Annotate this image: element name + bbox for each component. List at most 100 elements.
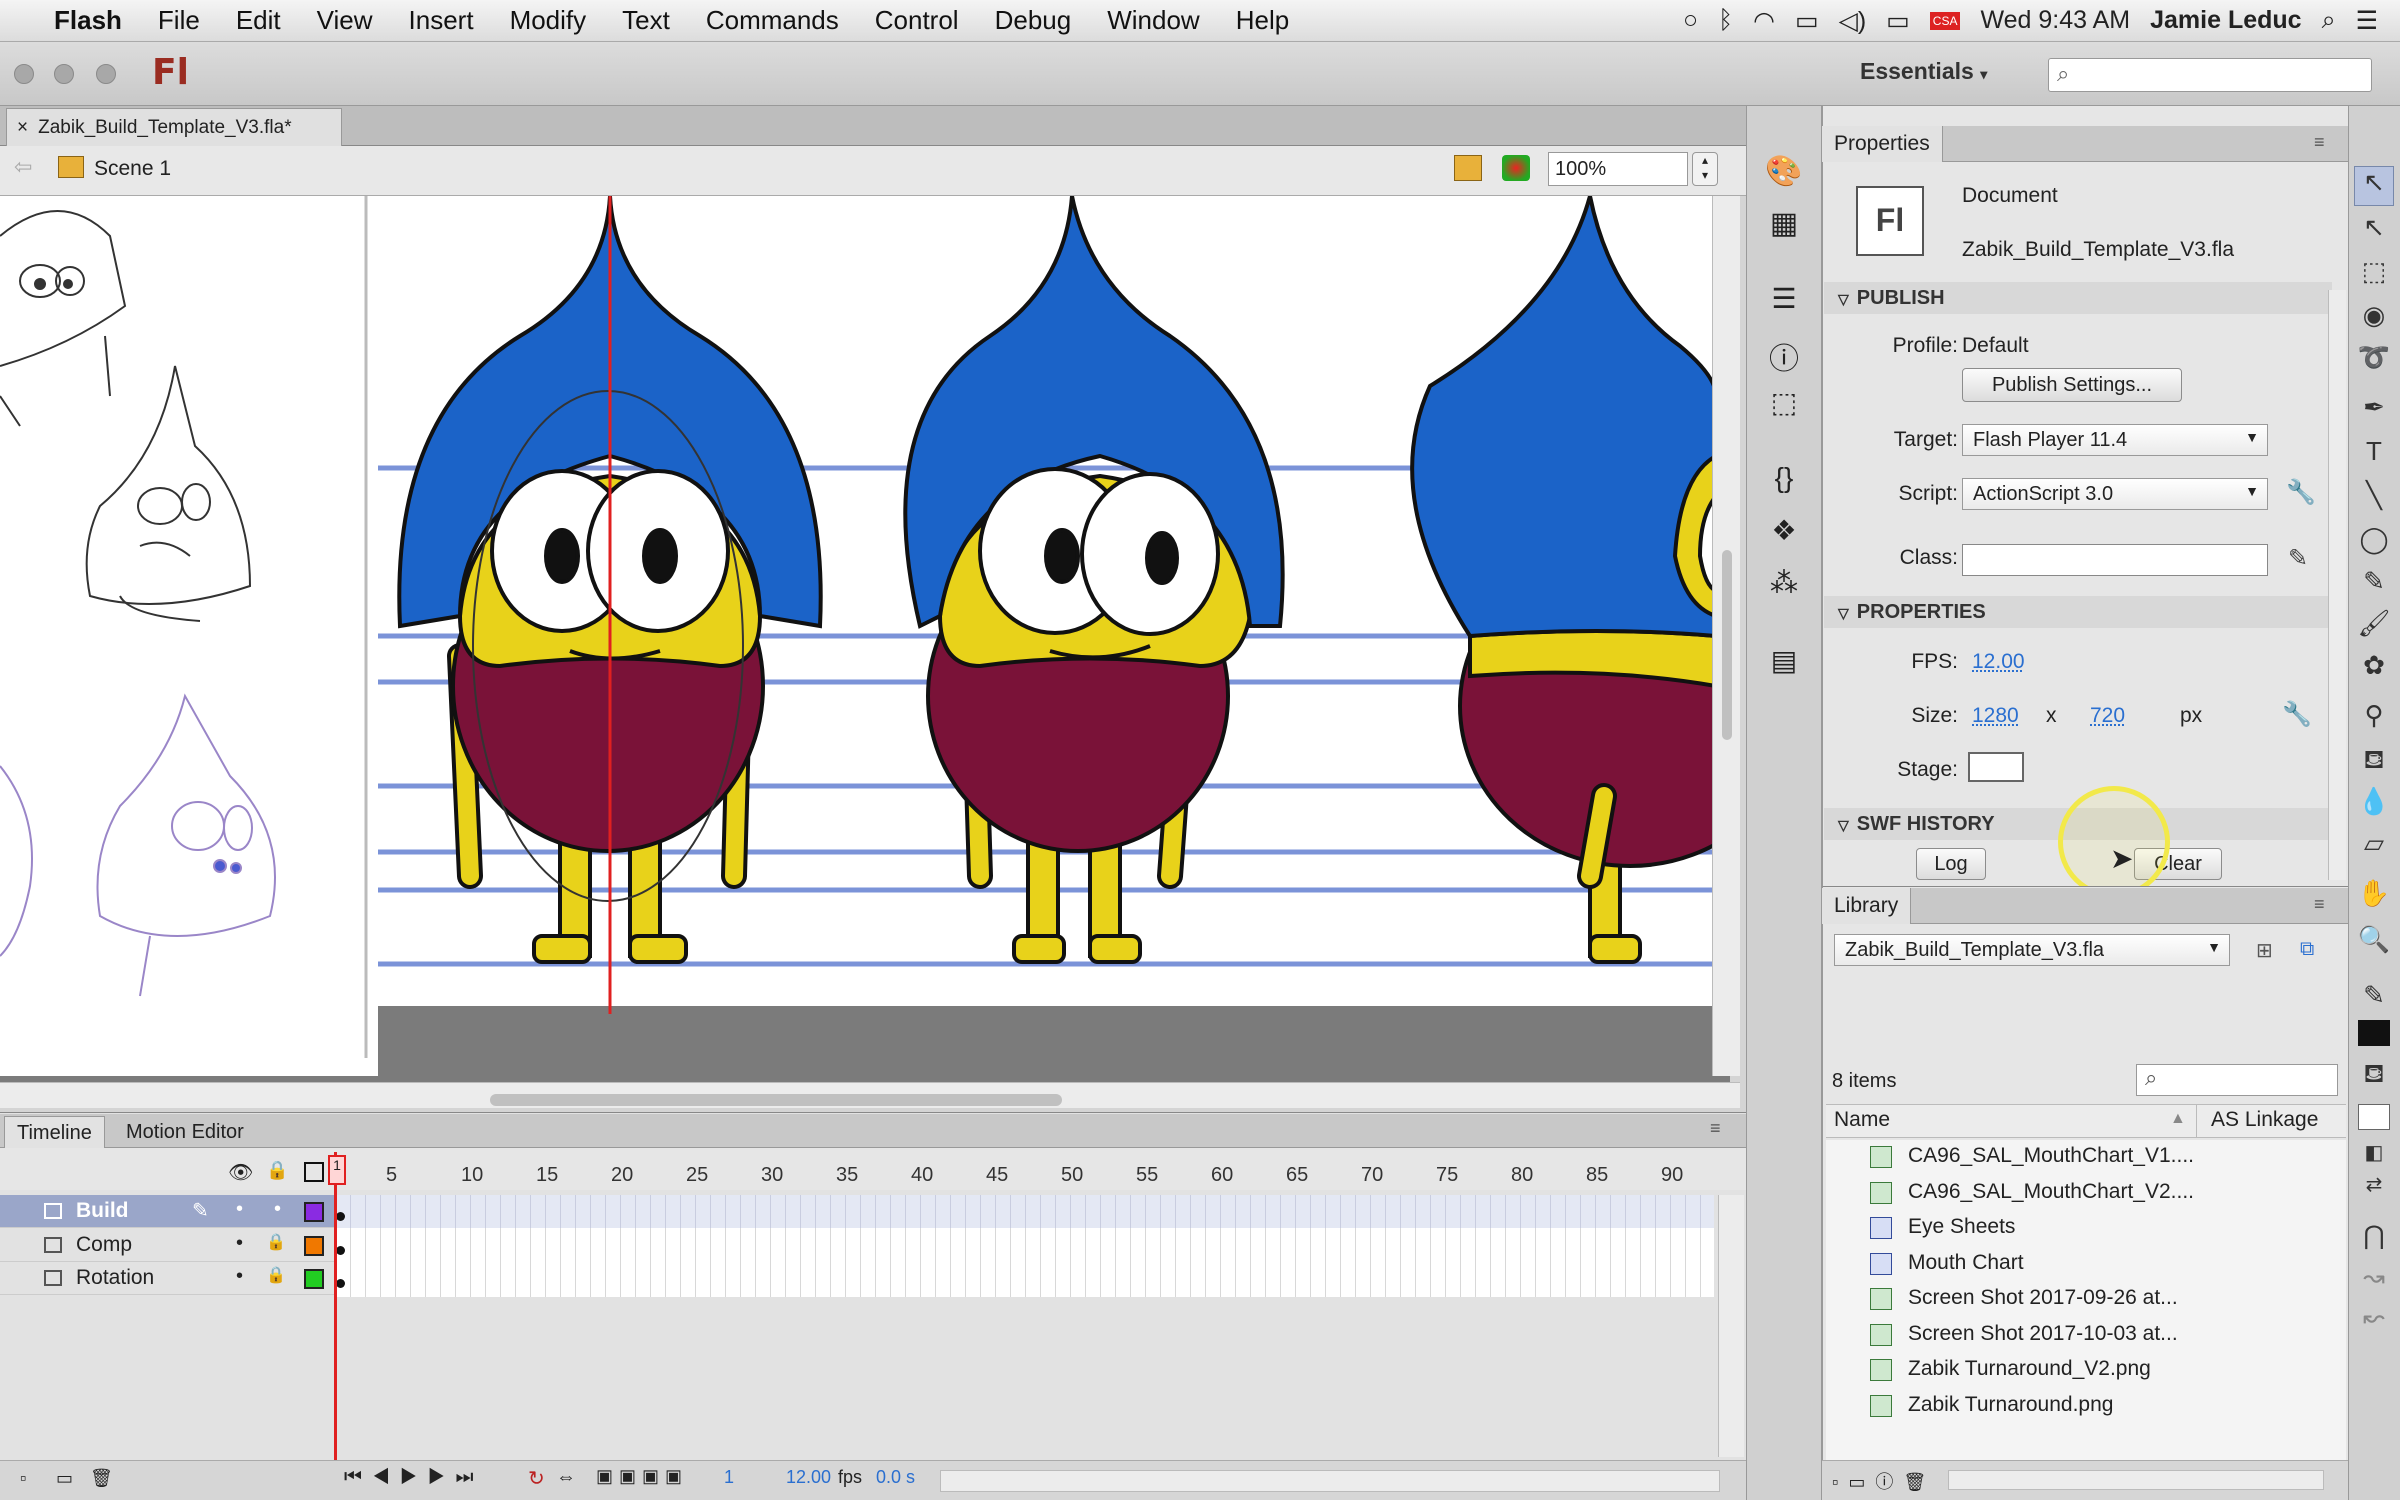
log-button[interactable]: Log	[1916, 848, 1986, 880]
transform-icon[interactable]: ⬚	[1762, 386, 1806, 426]
motion-presets-icon[interactable]: ⁂	[1762, 566, 1806, 606]
new-folder-icon[interactable]: ▭	[56, 1468, 73, 1489]
pencil-icon[interactable]: ✎	[2288, 544, 2308, 573]
outline-all-icon[interactable]	[304, 1162, 324, 1182]
library-item[interactable]: CA96_SAL_MouthChart_V1....	[1866, 1140, 2306, 1174]
library-item[interactable]: Screen Shot 2017-09-26 at...	[1866, 1282, 2306, 1316]
step-back-icon[interactable]: ◀	[372, 1466, 400, 1488]
bone-tool-icon[interactable]: ⚲	[2354, 700, 2394, 740]
playhead-handle[interactable]: 1	[328, 1155, 346, 1185]
library-item[interactable]: Screen Shot 2017-10-03 at...	[1866, 1318, 2306, 1352]
delete-layer-icon[interactable]: 🗑	[90, 1468, 113, 1489]
menu-modify[interactable]: Modify	[492, 5, 605, 36]
stroke-color-swatch[interactable]	[2358, 1020, 2390, 1046]
panel-menu-icon[interactable]: ≡	[2314, 132, 2325, 153]
line-tool-icon[interactable]: ╲	[2354, 480, 2394, 520]
menu-view[interactable]: View	[299, 5, 391, 36]
minimize-window-button[interactable]	[54, 64, 74, 84]
new-symbol-icon[interactable]: ▫	[1832, 1472, 1848, 1492]
stage-vertical-scroll-thumb[interactable]	[1722, 550, 1732, 740]
swap-colors-icon[interactable]: ⇄	[2354, 1172, 2394, 1212]
zoom-input[interactable]: 100%	[1548, 152, 1688, 186]
close-window-button[interactable]	[14, 64, 34, 84]
tab-timeline[interactable]: Timeline	[4, 1116, 105, 1148]
panel-menu-icon[interactable]: ≡	[2314, 894, 2325, 915]
column-name[interactable]: Name	[1834, 1108, 1890, 1132]
show-hide-all-icon[interactable]: 👁	[228, 1160, 253, 1185]
fps-value[interactable]: 12.00	[786, 1467, 831, 1488]
timeline-vertical-scrollbar[interactable]	[1718, 1195, 1744, 1457]
chat-bubble-icon[interactable]: ○	[1683, 6, 1698, 35]
tab-properties[interactable]: Properties	[1822, 126, 1943, 162]
properties-scrollbar[interactable]	[2328, 290, 2346, 880]
subselection-tool-icon[interactable]: ↖	[2354, 212, 2394, 252]
menu-text[interactable]: Text	[604, 5, 688, 36]
stage-horizontal-scroll-thumb[interactable]	[490, 1094, 1062, 1106]
new-library-panel-icon[interactable]: ⧉	[2300, 938, 2314, 961]
layer-color-outline[interactable]	[304, 1236, 324, 1256]
new-layer-icon[interactable]: ▫	[20, 1468, 26, 1489]
width-input[interactable]: 1280	[1972, 704, 2019, 728]
document-tab[interactable]: × Zabik_Build_Template_V3.fla*	[6, 108, 342, 146]
library-footer-icons[interactable]: ▫▭ⓘ🗑	[1832, 1468, 1936, 1494]
notifications-icon[interactable]: ☰	[2356, 6, 2378, 36]
hand-tool-icon[interactable]: ✋	[2354, 878, 2394, 918]
library-item[interactable]: Mouth Chart	[1866, 1247, 2306, 1281]
wrench-icon[interactable]: 🔧	[2286, 478, 2316, 507]
flag-badge[interactable]: CSA	[1929, 11, 1961, 30]
library-horizontal-scrollbar[interactable]	[1948, 1470, 2324, 1490]
layer-visible-dot[interactable]: •	[236, 1265, 243, 1288]
menu-insert[interactable]: Insert	[391, 5, 492, 36]
menu-window[interactable]: Window	[1089, 5, 1217, 36]
color-palette-icon[interactable]: 🎨	[1762, 154, 1806, 194]
zoom-window-button[interactable]	[96, 64, 116, 84]
menu-edit[interactable]: Edit	[218, 5, 299, 36]
library-item[interactable]: Zabik Turnaround_V2.png	[1866, 1353, 2306, 1387]
pencil-tool-icon[interactable]: ✎	[2354, 566, 2394, 606]
sort-up-icon[interactable]: ▲	[2170, 1110, 2186, 1128]
back-arrow-icon[interactable]: ⇦	[14, 154, 32, 180]
oval-tool-icon[interactable]: ◯	[2354, 524, 2394, 564]
onion-skin-icons[interactable]: ▣▣▣▣	[596, 1466, 688, 1487]
menu-app[interactable]: Flash	[36, 5, 140, 36]
play-icon[interactable]: ▶	[400, 1466, 428, 1488]
edit-symbols-icon[interactable]	[1502, 155, 1530, 181]
clock[interactable]: Wed 9:43 AM	[1980, 6, 2130, 35]
battery-icon[interactable]: ▭	[1886, 6, 1910, 36]
keyframe[interactable]	[336, 1279, 345, 1288]
menu-commands[interactable]: Commands	[688, 5, 857, 36]
components-icon[interactable]: ❖	[1762, 514, 1806, 554]
volume-icon[interactable]: ◁)	[1839, 6, 1867, 36]
library-file-dropdown[interactable]: Zabik_Build_Template_V3.fla ▼	[1834, 934, 2230, 966]
eyedropper-tool-icon[interactable]: 💧	[2354, 786, 2394, 826]
layer-lock-dot[interactable]: •	[274, 1198, 281, 1221]
lock-all-icon[interactable]: 🔒	[266, 1160, 288, 1181]
lasso-tool-icon[interactable]: ➰	[2354, 342, 2394, 382]
tab-library[interactable]: Library	[1822, 888, 1912, 924]
spotlight-icon[interactable]: ⌕	[2322, 6, 2336, 35]
section-properties[interactable]: ▽ PROPERTIES	[1824, 596, 2332, 628]
section-publish[interactable]: ▽ PUBLISH	[1824, 282, 2332, 314]
properties-icon[interactable]: ⓘ	[1875, 1472, 1903, 1492]
library-item[interactable]: Zabik Turnaround.png	[1866, 1389, 2306, 1423]
elapsed-time-value[interactable]: 0.0 s	[876, 1467, 915, 1488]
lock-icon[interactable]: 🔒	[266, 1265, 286, 1285]
edit-scene-icon[interactable]	[1454, 155, 1482, 181]
fps-input[interactable]: 12.00	[1972, 650, 2025, 674]
zoom-tool-icon[interactable]: 🔍	[2354, 924, 2394, 964]
selection-tool-icon[interactable]: ↖	[2354, 166, 2394, 206]
column-as-linkage[interactable]: AS Linkage	[2196, 1104, 2318, 1138]
3d-rotation-tool-icon[interactable]: ◉	[2354, 300, 2394, 340]
fill-color-icon[interactable]: ⛾	[2354, 1058, 2394, 1098]
loop-icon[interactable]: ↻	[528, 1466, 545, 1491]
close-tab-icon[interactable]: ×	[17, 117, 28, 138]
zoom-stepper[interactable]: ▴ ▾	[1692, 152, 1718, 186]
align-icon[interactable]: ☰	[1762, 282, 1806, 322]
menu-control[interactable]: Control	[857, 5, 977, 36]
eraser-tool-icon[interactable]: ▱	[2354, 828, 2394, 868]
menu-debug[interactable]: Debug	[977, 5, 1090, 36]
layer-visible-dot[interactable]: •	[236, 1198, 243, 1221]
last-frame-icon[interactable]: ⏭	[456, 1466, 484, 1488]
brush-tool-icon[interactable]: 🖌	[2354, 608, 2394, 648]
new-folder-icon[interactable]: ▭	[1848, 1472, 1875, 1492]
